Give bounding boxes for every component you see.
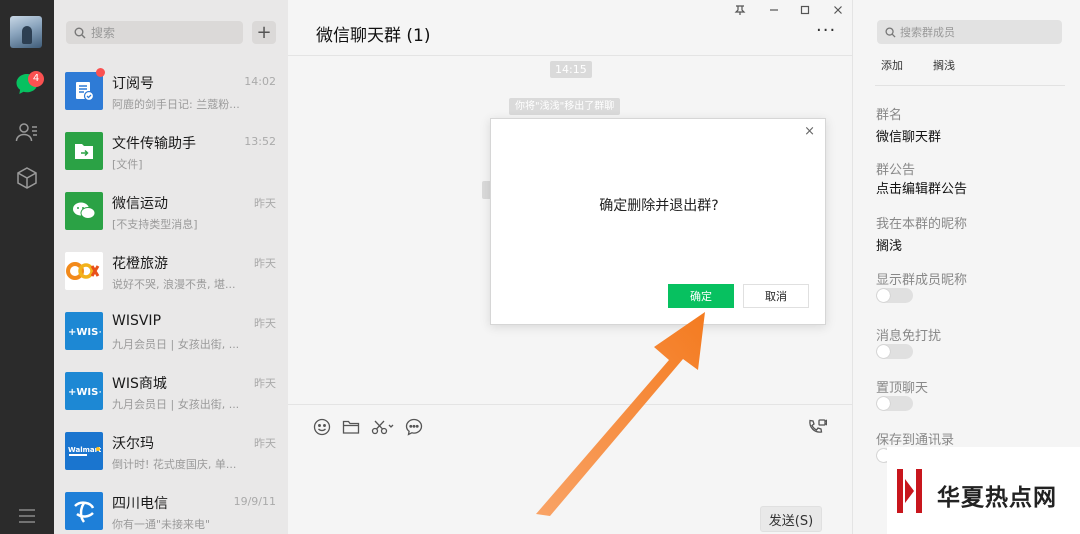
watermark-logo bbox=[897, 469, 922, 513]
list-item[interactable]: 微信运动 昨天 [不支持类型消息] bbox=[54, 181, 288, 241]
unread-dot bbox=[96, 68, 105, 77]
group-name-value[interactable]: 微信聊天群 bbox=[876, 126, 941, 145]
wis-logo: +WIS+ bbox=[65, 372, 103, 410]
conversation-list: + 订阅号 14:02 阿鹿的剑手日记: 兰蔻粉... 文件传输助手 13:52… bbox=[54, 0, 288, 534]
svg-text:Walmart: Walmart bbox=[68, 446, 101, 454]
conversation-time: 昨天 bbox=[254, 257, 276, 270]
conversation-name: WISVIP bbox=[112, 313, 162, 329]
voice-call-icon[interactable] bbox=[807, 417, 827, 437]
conversation-search[interactable] bbox=[66, 21, 243, 44]
user-avatar[interactable] bbox=[10, 16, 42, 48]
folder-icon[interactable] bbox=[341, 417, 361, 437]
svg-text:+WIS+: +WIS+ bbox=[68, 327, 101, 337]
conversation-preview: 倒计时! 花式度国庆, 单... bbox=[112, 458, 237, 471]
conversation-preview: 你有一通"未接来电" bbox=[112, 518, 211, 531]
send-button[interactable]: 发送(S) bbox=[760, 506, 822, 532]
conversation-preview: [文件] bbox=[112, 158, 143, 171]
pin-chat-label: 置顶聊天 bbox=[876, 381, 929, 396]
conversation-time: 昨天 bbox=[254, 377, 276, 390]
mini-program-icon[interactable] bbox=[13, 164, 41, 192]
conversation-preview: 说好不哭, 浪漫不贵, 堪... bbox=[112, 278, 236, 291]
nickname-value[interactable]: 搁浅 bbox=[876, 235, 902, 254]
conversation-time: 昨天 bbox=[254, 317, 276, 330]
conversation-preview: 阿鹿的剑手日记: 兰蔻粉... bbox=[112, 98, 240, 111]
save-to-contacts-label: 保存到通讯录 bbox=[876, 433, 955, 448]
chat-title: 微信聊天群 (1) bbox=[316, 26, 431, 46]
confirm-dialog: × 确定删除并退出群? 确定 取消 bbox=[490, 118, 826, 325]
list-item[interactable]: +WIS+ WIS商城 昨天 九月会员日 | 女孩出街, ... bbox=[54, 361, 288, 421]
group-name-label: 群名 bbox=[876, 108, 903, 123]
screenshot-icon[interactable] bbox=[370, 417, 396, 437]
conversation-name: 文件传输助手 bbox=[112, 136, 196, 152]
conversation-time: 昨天 bbox=[254, 437, 276, 450]
member-search-input[interactable] bbox=[900, 25, 1050, 39]
confirm-button[interactable]: 确定 bbox=[668, 284, 734, 308]
conversation-name: 花橙旅游 bbox=[112, 256, 168, 272]
watermark-text: 华夏热点网 bbox=[937, 485, 1057, 511]
nav-bar: 4 bbox=[0, 0, 54, 534]
add-button[interactable]: + bbox=[252, 21, 276, 44]
list-item[interactable]: 四川电信 19/9/11 你有一通"未接来电" bbox=[54, 481, 288, 534]
unread-badge: 4 bbox=[28, 71, 44, 87]
conversation-name: 四川电信 bbox=[112, 496, 168, 512]
show-nickname-toggle[interactable] bbox=[876, 288, 913, 303]
watermark: 华夏热点网 bbox=[887, 447, 1080, 534]
message-timestamp: 14:15 bbox=[550, 61, 592, 78]
huacheng-logo bbox=[65, 252, 103, 290]
pin-window-button[interactable] bbox=[732, 4, 748, 18]
minimize-button[interactable] bbox=[766, 4, 782, 18]
conversation-time: 13:52 bbox=[244, 135, 276, 148]
conversation-time: 昨天 bbox=[254, 197, 276, 210]
chat-header: 微信聊天群 (1) ··· bbox=[288, 0, 852, 56]
conversation-time: 19/9/11 bbox=[233, 495, 276, 508]
list-item[interactable]: 花橙旅游 昨天 说好不哭, 浪漫不贵, 堪... bbox=[54, 241, 288, 301]
subscription-icon bbox=[65, 72, 103, 110]
list-item[interactable]: Walmart 沃尔玛 昨天 倒计时! 花式度国庆, 单... bbox=[54, 421, 288, 481]
search-icon bbox=[885, 26, 896, 38]
divider bbox=[875, 85, 1065, 86]
list-item[interactable]: 文件传输助手 13:52 [文件] bbox=[54, 121, 288, 181]
telecom-logo bbox=[65, 492, 103, 530]
mute-label: 消息免打扰 bbox=[876, 329, 942, 344]
system-message: 你将"浅浅"移出了群聊 bbox=[509, 98, 621, 115]
cancel-button[interactable]: 取消 bbox=[743, 284, 809, 308]
member-name[interactable]: 搁浅 bbox=[933, 57, 955, 73]
conversation-preview: [不支持类型消息] bbox=[112, 218, 198, 231]
close-icon[interactable]: × bbox=[804, 124, 815, 139]
contacts-icon[interactable] bbox=[13, 118, 41, 146]
chat-history-icon[interactable] bbox=[404, 417, 424, 437]
mute-toggle[interactable] bbox=[876, 344, 913, 359]
dialog-message: 确定删除并退出群? bbox=[599, 198, 719, 214]
list-item[interactable]: +WIS+ WISVIP 昨天 九月会员日 | 女孩出街, ... bbox=[54, 301, 288, 361]
wis-logo: +WIS+ bbox=[65, 312, 103, 350]
pin-chat-toggle[interactable] bbox=[876, 396, 913, 411]
conversation-preview: 九月会员日 | 女孩出街, ... bbox=[112, 338, 240, 351]
conversation-name: 沃尔玛 bbox=[112, 436, 154, 452]
more-options-button[interactable]: ··· bbox=[816, 22, 836, 40]
conversation-time: 14:02 bbox=[244, 75, 276, 88]
walmart-logo: Walmart bbox=[65, 432, 103, 470]
nickname-label: 我在本群的昵称 bbox=[876, 217, 968, 232]
group-notice-label: 群公告 bbox=[876, 163, 916, 178]
conversation-preview: 九月会员日 | 女孩出街, ... bbox=[112, 398, 240, 411]
maximize-button[interactable] bbox=[797, 4, 813, 18]
menu-icon[interactable] bbox=[13, 502, 41, 530]
add-member-button[interactable]: 添加 bbox=[881, 57, 903, 73]
close-window-button[interactable] bbox=[830, 4, 846, 18]
conversation-name: 订阅号 bbox=[112, 76, 154, 92]
wechat-sport-icon bbox=[65, 192, 103, 230]
show-nickname-label: 显示群成员昵称 bbox=[876, 273, 968, 288]
file-transfer-icon bbox=[65, 132, 103, 170]
list-item[interactable]: 订阅号 14:02 阿鹿的剑手日记: 兰蔻粉... bbox=[54, 61, 288, 121]
conversation-name: 微信运动 bbox=[112, 196, 168, 212]
svg-text:+WIS+: +WIS+ bbox=[68, 387, 101, 397]
conversation-name: WIS商城 bbox=[112, 376, 167, 392]
plus-icon: + bbox=[256, 21, 272, 43]
emoji-icon[interactable] bbox=[312, 417, 332, 437]
search-input[interactable] bbox=[91, 25, 231, 40]
message-input-area[interactable]: 发送(S) bbox=[288, 404, 852, 534]
search-icon bbox=[74, 27, 86, 38]
group-notice-value[interactable]: 点击编辑群公告 bbox=[876, 178, 967, 197]
member-search[interactable] bbox=[877, 20, 1062, 44]
